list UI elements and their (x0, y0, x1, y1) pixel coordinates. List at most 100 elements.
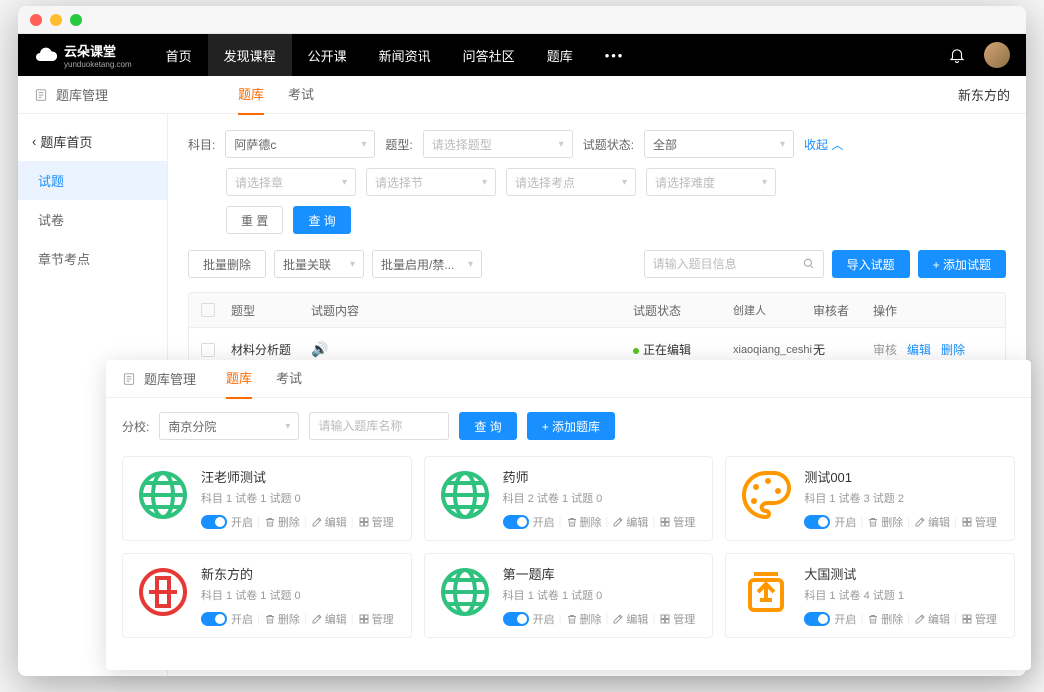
card-icon (437, 564, 493, 620)
card-manage[interactable]: 管理 (358, 611, 394, 627)
nav-item-1[interactable]: 发现课程 (208, 34, 292, 76)
search-input[interactable] (644, 250, 824, 278)
batch-enable-select[interactable]: 批量启用/禁...▾ (372, 250, 482, 278)
card-edit[interactable]: 编辑 (612, 514, 648, 530)
sidebar-item-2[interactable]: 章节考点 (18, 239, 167, 278)
row-checkbox[interactable] (201, 343, 215, 357)
card-edit[interactable]: 编辑 (311, 611, 347, 627)
difficulty-select[interactable]: 请选择难度▾ (646, 168, 776, 196)
branch-select[interactable]: 南京分院▾ (159, 412, 299, 440)
sidebar-item-1[interactable]: 试卷 (18, 200, 167, 239)
overlay-tab-1[interactable]: 考试 (276, 360, 302, 399)
subject-select[interactable]: 阿萨德c▾ (225, 130, 375, 158)
toggle-open[interactable] (201, 515, 227, 529)
chapter-select[interactable]: 请选择章▾ (226, 168, 356, 196)
bank-name-input[interactable] (309, 412, 449, 440)
card-meta: 科目 1 试卷 1 试题 0 (503, 587, 701, 603)
query-button[interactable]: 查 询 (293, 206, 350, 234)
card-edit[interactable]: 编辑 (914, 514, 950, 530)
card-manage[interactable]: 管理 (659, 611, 695, 627)
point-select[interactable]: 请选择考点▾ (506, 168, 636, 196)
batch-relate-select[interactable]: 批量关联▾ (274, 250, 364, 278)
bank-card: 汪老师测试 科目 1 试卷 1 试题 0 开启 | 删除 | 编辑 | 管理 (122, 456, 412, 541)
toggle-open[interactable] (804, 515, 830, 529)
toggle-open[interactable] (201, 612, 227, 626)
toggle-label: 开启 (533, 611, 555, 627)
search-icon[interactable] (802, 257, 816, 271)
collapse-link[interactable]: 收起 ︿ (804, 136, 843, 153)
add-question-button[interactable]: + 添加试题 (918, 250, 1006, 278)
sidebar-item-0[interactable]: 试题 (18, 161, 167, 200)
subheader-title: 题库管理 (56, 85, 108, 104)
card-meta: 科目 1 试卷 3 试题 2 (804, 490, 1002, 506)
bank-card: 大国测试 科目 1 试卷 4 试题 1 开启 | 删除 | 编辑 | 管理 (725, 553, 1015, 638)
table-header: 题型 试题内容 试题状态 创建人 审核者 操作 (188, 292, 1006, 328)
logo[interactable]: 云朵课堂 yunduoketang.com (34, 41, 132, 69)
subheader-tab-0[interactable]: 题库 (238, 74, 264, 115)
card-delete[interactable]: 删除 (264, 514, 300, 530)
card-delete[interactable]: 删除 (566, 611, 602, 627)
type-select[interactable]: 请选择题型▾ (423, 130, 573, 158)
avatar[interactable] (984, 42, 1010, 68)
batch-delete-button[interactable]: 批量删除 (188, 250, 266, 278)
select-all-checkbox[interactable] (201, 303, 215, 317)
card-edit[interactable]: 编辑 (612, 611, 648, 627)
toggle-label: 开启 (231, 514, 253, 530)
nav-item-2[interactable]: 公开课 (292, 34, 363, 76)
th-creator: 创建人 (733, 302, 813, 318)
subheader-tab-1[interactable]: 考试 (288, 74, 314, 115)
card-meta: 科目 1 试卷 1 试题 0 (201, 587, 399, 603)
reset-button[interactable]: 重 置 (226, 206, 283, 234)
toggle-open[interactable] (804, 612, 830, 626)
maximize-window-icon[interactable] (70, 14, 82, 26)
card-title: 第一题库 (503, 564, 701, 583)
card-delete[interactable]: 删除 (566, 514, 602, 530)
logo-sub: yunduoketang.com (64, 60, 132, 69)
bell-icon[interactable] (948, 46, 966, 64)
card-meta: 科目 1 试卷 1 试题 0 (201, 490, 399, 506)
card-title: 大国测试 (804, 564, 1002, 583)
card-edit[interactable]: 编辑 (914, 611, 950, 627)
status-select[interactable]: 全部▾ (644, 130, 794, 158)
chevron-left-icon: ‹ (32, 134, 36, 149)
nav-item-5[interactable]: 题库 (531, 34, 589, 76)
card-grid: 汪老师测试 科目 1 试卷 1 试题 0 开启 | 删除 | 编辑 | 管理 药… (122, 456, 1015, 638)
nav-item-4[interactable]: 问答社区 (447, 34, 531, 76)
action-edit[interactable]: 编辑 (907, 341, 931, 358)
toggle-label: 开启 (533, 514, 555, 530)
chevron-down-icon: ▾ (350, 259, 355, 270)
cloud-logo-icon (34, 43, 58, 67)
import-button[interactable]: 导入试题 (832, 250, 910, 278)
type-label: 题型: (385, 136, 412, 153)
nav-item-0[interactable]: 首页 (150, 34, 208, 76)
minimize-window-icon[interactable] (50, 14, 62, 26)
card-delete[interactable]: 删除 (867, 611, 903, 627)
card-manage[interactable]: 管理 (358, 514, 394, 530)
chevron-down-icon: ▾ (559, 139, 564, 150)
nav-more[interactable]: ••• (589, 34, 641, 76)
section-select[interactable]: 请选择节▾ (366, 168, 496, 196)
sidebar-items: 试题试卷章节考点 (18, 161, 167, 278)
toggle-open[interactable] (503, 515, 529, 529)
overlay-query-button[interactable]: 查 询 (459, 412, 516, 440)
chevron-down-icon: ▾ (622, 177, 627, 188)
add-bank-button[interactable]: + 添加题库 (527, 412, 615, 440)
card-manage[interactable]: 管理 (659, 514, 695, 530)
card-icon (135, 467, 191, 523)
card-manage[interactable]: 管理 (961, 611, 997, 627)
card-delete[interactable]: 删除 (867, 514, 903, 530)
toggle-open[interactable] (503, 612, 529, 626)
action-delete[interactable]: 删除 (941, 341, 965, 358)
overlay-tab-0[interactable]: 题库 (226, 360, 252, 399)
status-label: 试题状态: (583, 136, 634, 153)
close-window-icon[interactable] (30, 14, 42, 26)
sidebar-back[interactable]: ‹ 题库首页 (18, 122, 167, 161)
card-edit[interactable]: 编辑 (311, 514, 347, 530)
action-review[interactable]: 审核 (873, 341, 897, 358)
nav-item-3[interactable]: 新闻资讯 (363, 34, 447, 76)
card-delete[interactable]: 删除 (264, 611, 300, 627)
card-manage[interactable]: 管理 (961, 514, 997, 530)
chevron-down-icon: ▾ (342, 177, 347, 188)
chevron-down-icon: ▾ (361, 139, 366, 150)
toggle-label: 开启 (834, 611, 856, 627)
